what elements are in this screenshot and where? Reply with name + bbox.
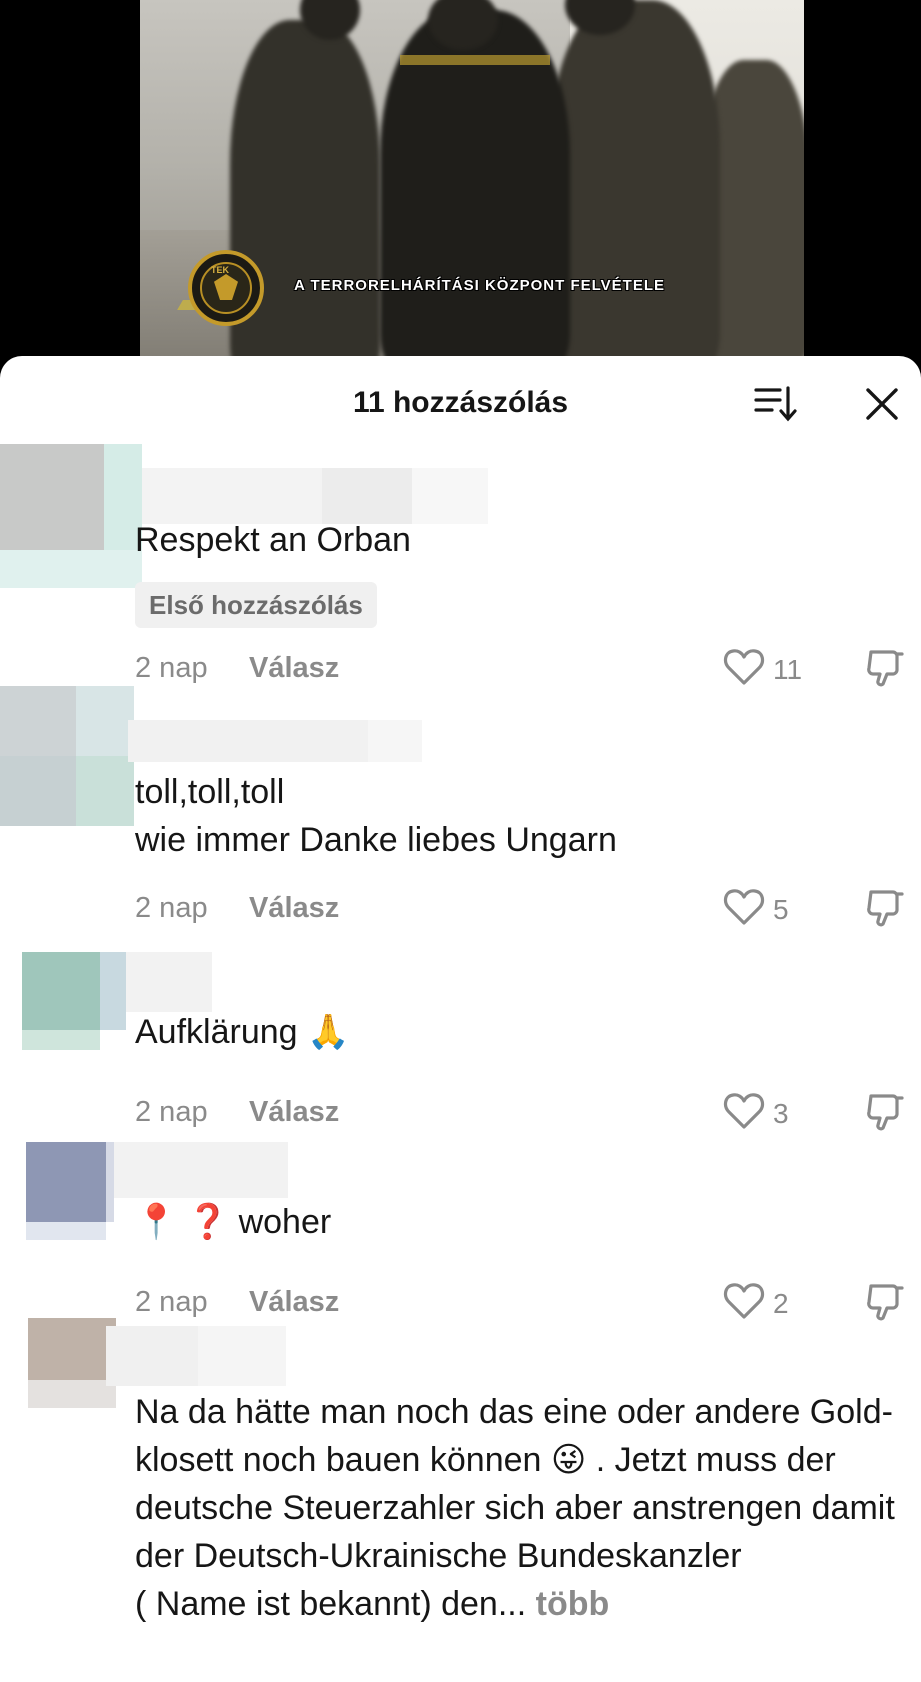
comment-item: Aufklärung 🙏 2 nap Válasz 3	[0, 952, 921, 1142]
avatar[interactable]	[22, 952, 126, 1050]
comment-time: 2 nap	[135, 1096, 208, 1128]
like-count: 5	[773, 894, 789, 925]
avatar[interactable]	[26, 1142, 114, 1240]
comment-item: 📍 ❓ woher 2 nap Válasz 2	[0, 1142, 921, 1332]
sheet-header: 11 hozzászólás	[0, 356, 921, 450]
comment-time: 2 nap	[135, 1286, 208, 1318]
video-player[interactable]: TEK A TERRORELHÁRÍTÁSI KÖZPONT FELVÉTELE	[0, 0, 921, 370]
avatar[interactable]	[0, 444, 142, 588]
username-redacted[interactable]	[128, 720, 422, 762]
comments-sheet: 11 hozzászólás Respekt an Orban Első hoz…	[0, 356, 921, 1682]
comment-text: Aufklärung 🙏	[135, 1013, 350, 1051]
comment-item: Respekt an Orban Első hozzászólás 2 nap …	[0, 444, 921, 687]
like-count: 2	[773, 1288, 789, 1319]
username-redacted[interactable]	[114, 1142, 288, 1198]
comment-text: 📍 ❓ woher	[135, 1198, 895, 1246]
reply-button[interactable]: Válasz	[249, 1286, 339, 1319]
video-frame: TEK A TERRORELHÁRÍTÁSI KÖZPONT FELVÉTELE	[140, 0, 804, 370]
comment-text: toll,toll,toll wie immer Danke liebes Un…	[135, 773, 617, 859]
dislike-icon[interactable]	[861, 1088, 907, 1134]
tek-logo: TEK	[188, 250, 264, 326]
comment-text: Respekt an Orban	[135, 521, 411, 559]
comment-time: 2 nap	[135, 892, 208, 924]
username-redacted[interactable]	[106, 1326, 286, 1386]
first-comment-badge: Első hozzászólás	[135, 582, 377, 628]
close-icon[interactable]	[860, 382, 904, 426]
reply-button[interactable]: Válasz	[249, 892, 339, 925]
comment-text-word: woher	[238, 1203, 332, 1241]
reply-button[interactable]: Válasz	[249, 652, 339, 685]
video-caption: A TERRORELHÁRÍTÁSI KÖZPONT FELVÉTELE	[294, 277, 666, 294]
pin-icon: 📍	[135, 1202, 178, 1242]
comment-item: toll,toll,toll wie immer Danke liebes Un…	[0, 686, 921, 927]
reply-button[interactable]: Válasz	[249, 1096, 339, 1129]
avatar[interactable]	[0, 686, 134, 826]
avatar[interactable]	[28, 1318, 116, 1408]
heart-icon[interactable]	[721, 884, 767, 930]
heart-icon[interactable]	[721, 1088, 767, 1134]
username-redacted[interactable]	[126, 952, 212, 1012]
like-count: 11	[773, 654, 803, 685]
comment-text: Na da hätte man noch das eine oder ander…	[135, 1388, 915, 1628]
comment-time: 2 nap	[135, 652, 208, 684]
comment-meta: 2 nap Válasz 5	[135, 889, 915, 932]
like-count: 3	[773, 1098, 789, 1129]
comment-meta: 2 nap Válasz 3	[135, 1093, 915, 1136]
dislike-icon[interactable]	[861, 644, 907, 690]
comment-item: Na da hätte man noch das eine oder ander…	[0, 1318, 921, 1682]
heart-icon[interactable]	[721, 644, 767, 690]
sort-icon[interactable]	[752, 384, 798, 424]
dislike-icon[interactable]	[861, 884, 907, 930]
question-icon: ❓	[186, 1202, 230, 1242]
comment-text-body: Na da hätte man noch das eine oder ander…	[135, 1393, 895, 1623]
show-more-link[interactable]: több	[536, 1585, 610, 1623]
